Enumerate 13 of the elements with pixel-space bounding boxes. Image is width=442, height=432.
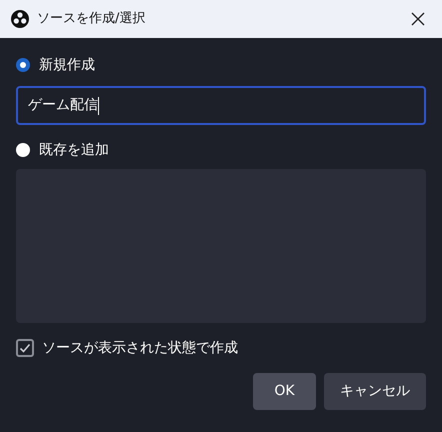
checkbox-label: ソースが表示された状態で作成 xyxy=(42,338,238,358)
check-icon xyxy=(19,342,31,354)
close-icon[interactable] xyxy=(411,12,425,26)
radio-label: 新規作成 xyxy=(39,56,95,74)
app-logo-icon xyxy=(11,10,29,28)
ok-button[interactable]: OK xyxy=(253,373,316,410)
name-field[interactable]: ゲーム配信 xyxy=(16,86,426,125)
radio-label: 既存を追加 xyxy=(39,140,109,160)
cancel-button[interactable]: キャンセル xyxy=(324,373,426,410)
radio-button[interactable] xyxy=(16,143,30,157)
window-title: ソースを作成/選択 xyxy=(37,10,146,28)
checkbox[interactable] xyxy=(16,339,34,357)
radio-button[interactable] xyxy=(16,58,30,72)
